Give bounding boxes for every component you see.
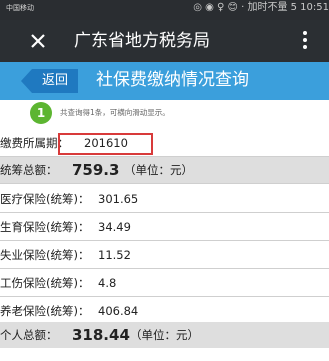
- pooled-total-unit: （单位：元）: [124, 163, 193, 177]
- list-item: 工伤保险(统筹)： 4.8: [0, 270, 329, 297]
- app-bar: 广东省地方税务局: [0, 20, 329, 62]
- pooled-total-label: 统筹总额：: [0, 163, 58, 177]
- personal-total-value: 318.44: [72, 326, 130, 344]
- info-text: 共查询得1条，可横向滑动显示。: [60, 108, 170, 117]
- period-row: 缴费所属期： 201610: [0, 130, 329, 157]
- item-value: 34.49: [98, 220, 131, 234]
- pooled-total-value: 759.3: [72, 161, 120, 179]
- list-item: 医疗保险(统筹)： 301.65: [0, 186, 329, 213]
- status-icons: ◎ ◉ ♀ 😊 · 加时不量 5 10:51: [193, 2, 329, 13]
- status-bar: 中国移动 ◎ ◉ ♀ 😊 · 加时不量 5 10:51: [0, 0, 329, 20]
- close-icon[interactable]: [28, 31, 48, 51]
- highlight-box: [58, 133, 153, 155]
- personal-total-label: 个人总额：: [0, 328, 58, 342]
- step-badge: 1: [30, 102, 52, 124]
- item-value: 406.84: [98, 304, 139, 318]
- page-title: 社保费缴纳情况查询: [96, 70, 249, 90]
- app-title: 广东省地方税务局: [74, 31, 210, 51]
- list-item: 失业保险(统筹)： 11.52: [0, 242, 329, 269]
- more-vert-icon[interactable]: [302, 31, 308, 51]
- bottom-edge: [0, 348, 329, 361]
- item-label: 生育保险(统筹)：: [0, 220, 90, 234]
- personal-total-unit: （单位：元）: [130, 328, 199, 342]
- carrier-label: 中国移动: [6, 4, 34, 12]
- item-label: 医疗保险(统筹)：: [0, 192, 90, 206]
- item-value: 301.65: [98, 192, 139, 206]
- item-label: 失业保险(统筹)：: [0, 248, 90, 262]
- page-header: 返回 社保费缴纳情况查询: [0, 62, 329, 100]
- item-label: 养老保险(统筹)：: [0, 304, 90, 318]
- list-item: 生育保险(统筹)： 34.49: [0, 214, 329, 241]
- item-label: 工伤保险(统筹)：: [0, 276, 90, 290]
- list-item: 养老保险(统筹)： 406.84: [0, 298, 329, 325]
- item-value: 4.8: [98, 276, 117, 290]
- personal-total-row: 个人总额： 318.44 （单位：元）: [0, 322, 329, 349]
- info-row: 1 共查询得1条，可横向滑动显示。: [0, 100, 329, 128]
- pooled-total-row: 统筹总额： 759.3 （单位：元）: [0, 157, 329, 184]
- back-button[interactable]: 返回: [21, 69, 78, 93]
- item-value: 11.52: [98, 248, 131, 262]
